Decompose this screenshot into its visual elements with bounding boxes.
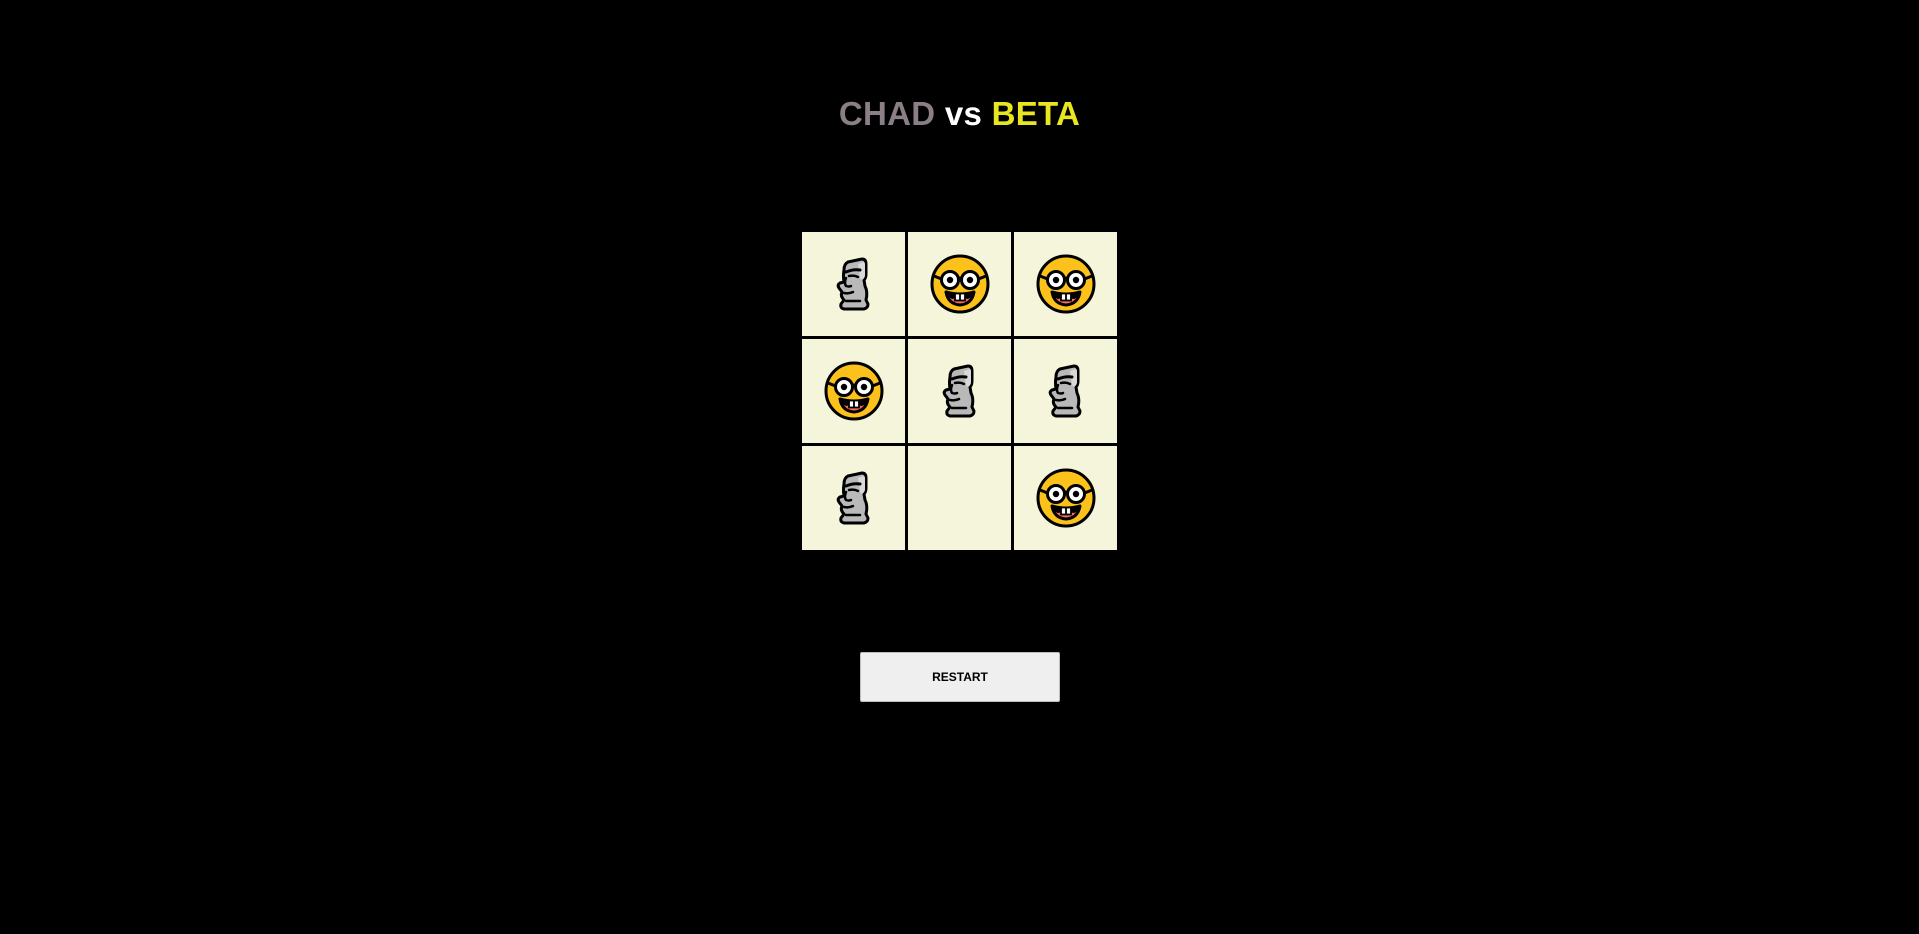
moai-icon — [822, 466, 886, 530]
board-cell-r2c2[interactable] — [908, 339, 1011, 443]
board-cell-r1c3[interactable] — [1014, 232, 1117, 336]
moai-icon — [928, 359, 992, 423]
player-one-name: CHAD — [838, 95, 936, 132]
nerd-face-icon — [928, 252, 992, 316]
nerd-face-icon — [822, 359, 886, 423]
board-cell-r1c1[interactable] — [802, 232, 905, 336]
player-two-name: BETA — [991, 95, 1081, 132]
board-cell-r3c1[interactable] — [802, 446, 905, 550]
board-cell-r2c3[interactable] — [1014, 339, 1117, 443]
moai-icon — [822, 252, 886, 316]
board-cell-r2c1[interactable] — [802, 339, 905, 443]
game-board — [802, 232, 1118, 550]
nerd-face-icon — [1034, 252, 1098, 316]
moai-icon — [1034, 359, 1098, 423]
restart-button[interactable]: RESTART — [860, 652, 1060, 702]
board-cell-r3c2[interactable] — [908, 446, 1011, 550]
board-cell-r1c2[interactable] — [908, 232, 1011, 336]
versus-label: vs — [944, 95, 983, 132]
game-page: CHAD vs BETA RESTART — [0, 0, 1919, 934]
nerd-face-icon — [1034, 466, 1098, 530]
game-title: CHAD vs BETA — [0, 92, 1919, 136]
board-cell-r3c3[interactable] — [1014, 446, 1117, 550]
